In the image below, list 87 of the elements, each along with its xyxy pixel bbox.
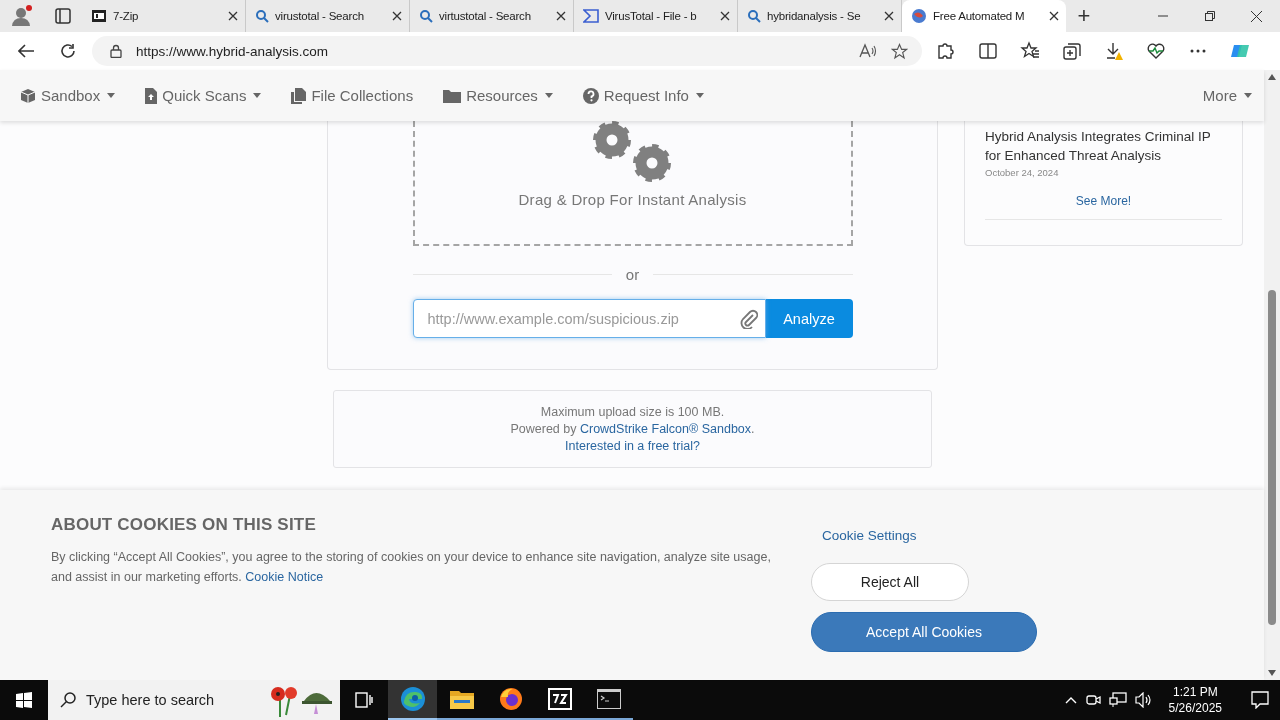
nav-menu-item[interactable]: Resources xyxy=(443,87,553,104)
archive-icon xyxy=(547,688,572,710)
scrollbar[interactable] xyxy=(1264,70,1280,680)
close-icon[interactable] xyxy=(884,11,894,21)
meet-now-icon[interactable] xyxy=(1084,692,1101,708)
question-icon xyxy=(582,87,599,104)
download-icon[interactable] xyxy=(1104,41,1124,61)
scrollbar-thumb[interactable] xyxy=(1268,290,1276,625)
reload-icon[interactable] xyxy=(60,43,76,59)
speaker-icon[interactable] xyxy=(1134,692,1153,708)
search-icon xyxy=(255,9,269,23)
globe-icon xyxy=(911,8,927,24)
notification-icon[interactable] xyxy=(1251,691,1269,709)
more-menu[interactable]: More xyxy=(1202,87,1252,104)
close-icon[interactable] xyxy=(720,11,730,21)
scroll-up-icon[interactable] xyxy=(1268,74,1276,80)
news-title[interactable]: Hybrid Analysis Integrates Criminal IP for Enhanced Threat Analysis xyxy=(985,127,1222,165)
new-tab-button[interactable]: + xyxy=(1066,3,1102,29)
puzzle-icon[interactable] xyxy=(936,41,956,61)
files-icon xyxy=(291,87,307,104)
browser-tab[interactable]: Free Automated M xyxy=(902,0,1066,32)
folder-icon xyxy=(449,689,474,709)
news-date: October 24, 2024 xyxy=(985,167,1060,178)
edge-icon xyxy=(399,686,426,712)
collections-icon[interactable] xyxy=(1062,41,1082,61)
archive-icon xyxy=(91,8,107,24)
clock-time[interactable]: 1:21 PM xyxy=(1172,684,1218,700)
free-trial-link[interactable]: Interested in a free trial? xyxy=(565,439,700,453)
taskbar-search-field[interactable]: Type here to search xyxy=(48,680,340,720)
firefox-icon xyxy=(498,687,523,711)
nav-menu-item[interactable]: Request Info xyxy=(582,87,704,104)
chevron-up-icon[interactable] xyxy=(1064,696,1077,704)
close-icon[interactable] xyxy=(1049,11,1059,21)
caret-icon xyxy=(107,93,116,98)
paperclip-icon[interactable] xyxy=(739,309,758,329)
taskbar-app[interactable] xyxy=(388,680,437,720)
caret-icon xyxy=(544,93,553,98)
read-aloud-icon[interactable] xyxy=(859,43,877,59)
network-icon[interactable] xyxy=(1108,692,1127,708)
accept-all-cookies-button[interactable]: Accept All Cookies xyxy=(811,612,1037,652)
caret-icon xyxy=(253,93,262,98)
address-bar[interactable]: https://www.hybrid-analysis.com xyxy=(92,36,922,66)
cookie-notice-link[interactable]: Cookie Notice xyxy=(245,569,324,584)
drop-instruction: Drag & Drop For Instant Analysis xyxy=(518,191,747,208)
task-view-icon[interactable] xyxy=(355,692,373,708)
profile-icon[interactable] xyxy=(11,5,33,27)
reject-all-button[interactable]: Reject All xyxy=(811,563,969,601)
or-separator: or xyxy=(625,266,640,283)
scroll-down-icon[interactable] xyxy=(1268,670,1276,676)
nav-menu-item[interactable]: File Collections xyxy=(291,87,414,104)
cookie-settings-link[interactable]: Cookie Settings xyxy=(822,528,1041,543)
terminal-icon xyxy=(596,689,621,709)
cube-icon xyxy=(20,87,36,104)
see-more-link[interactable]: See More! xyxy=(1075,194,1132,208)
powered-by-text: Powered by CrowdStrike Falcon® Sandbox. xyxy=(510,422,755,436)
favorites-icon[interactable] xyxy=(1020,41,1040,61)
analyze-button[interactable]: Analyze xyxy=(765,299,853,338)
close-icon[interactable] xyxy=(556,11,566,21)
search-icon xyxy=(747,9,761,23)
search-icon xyxy=(419,9,433,23)
cookie-description: By clicking “Accept All Cookies”, you agree to the storing of cookies on your device to enhance site navigation, analyze site usage, and assist in our marketing efforts. Cookie Notice xyxy=(51,549,771,586)
search-icon xyxy=(60,692,76,708)
split-screen-icon[interactable] xyxy=(978,41,998,61)
close-icon[interactable] xyxy=(1251,10,1262,22)
upload-limit-text: Maximum upload size is 100 MB. xyxy=(540,405,725,419)
heart-pulse-icon[interactable] xyxy=(1146,41,1166,61)
file-upload-icon xyxy=(145,87,158,104)
restore-icon[interactable] xyxy=(1204,11,1215,21)
drop-zone[interactable]: Drag & Drop For Instant Analysis xyxy=(412,121,853,246)
caret-icon xyxy=(1244,93,1252,98)
minimize-icon[interactable] xyxy=(1157,15,1168,17)
caret-icon xyxy=(695,93,704,98)
windows-start-icon[interactable] xyxy=(16,692,32,708)
sigma-icon xyxy=(583,8,599,24)
close-icon[interactable] xyxy=(392,11,402,21)
close-icon[interactable] xyxy=(228,11,238,21)
star-icon[interactable] xyxy=(891,42,908,60)
tab-actions-icon[interactable] xyxy=(55,8,71,24)
url-text: https://www.hybrid-analysis.com xyxy=(136,43,330,59)
back-arrow-icon[interactable] xyxy=(18,44,34,58)
url-input[interactable]: http://www.example.com/suspicious.zip xyxy=(412,299,766,338)
lock-icon xyxy=(110,44,122,58)
cookie-heading: ABOUT COOKIES ON THIS SITE xyxy=(51,515,317,535)
clock-date[interactable]: 5/26/2025 xyxy=(1168,700,1222,716)
nav-menu-item[interactable]: Sandbox xyxy=(20,87,116,104)
folder-icon xyxy=(443,88,462,103)
nav-menu-item[interactable]: Quick Scans xyxy=(145,87,262,104)
